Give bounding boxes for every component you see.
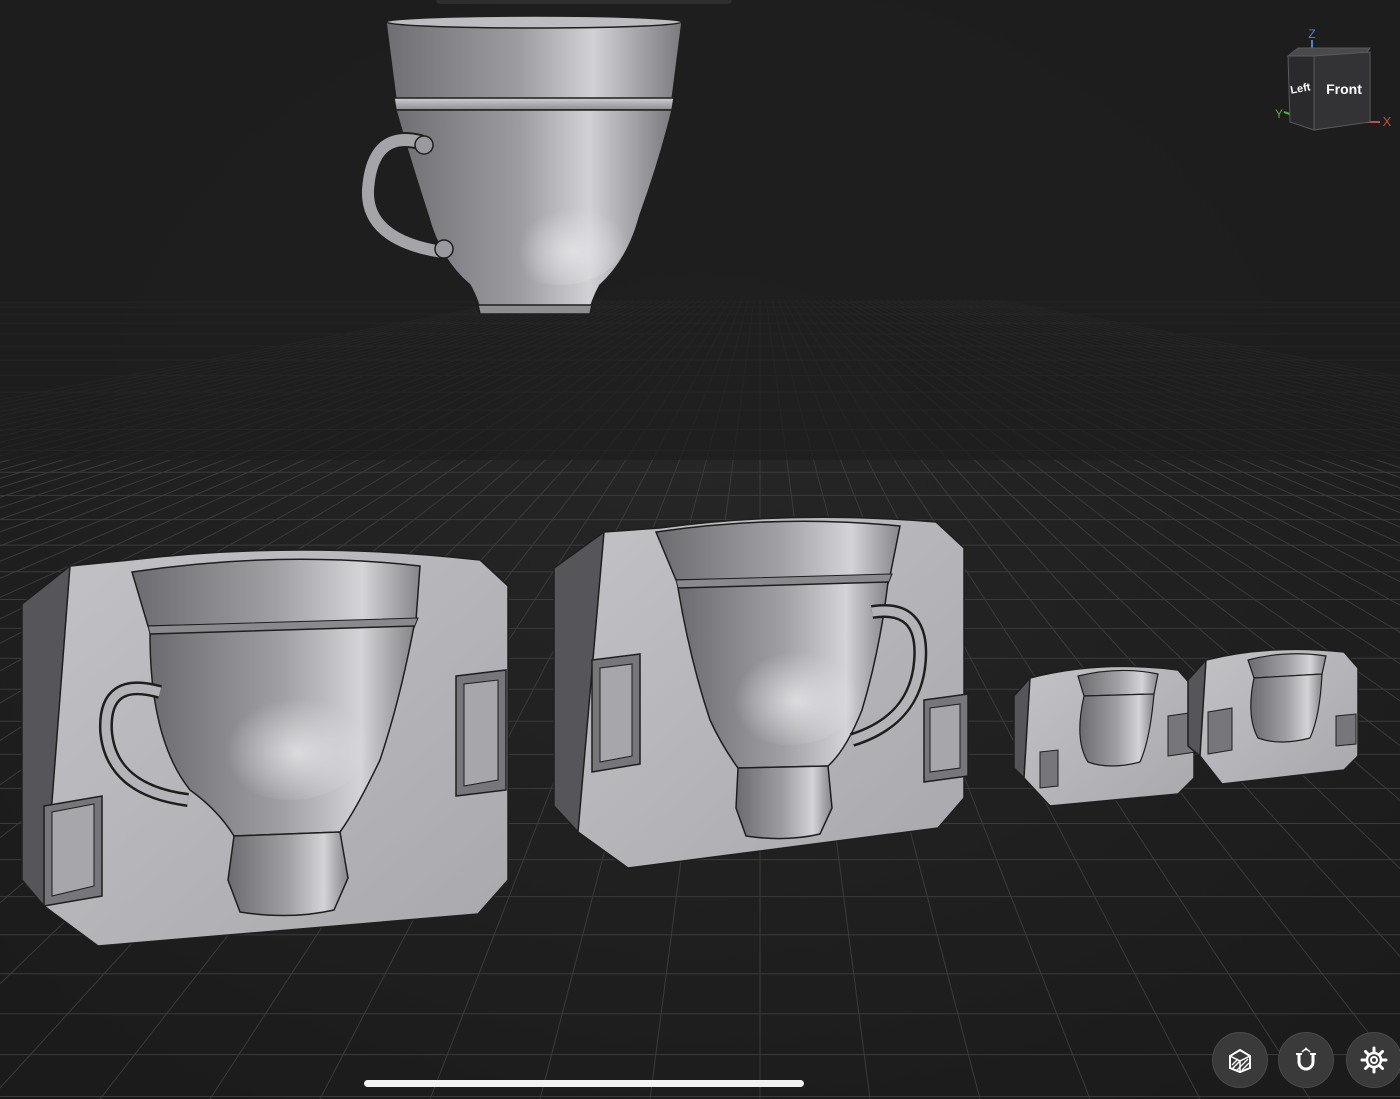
gear-icon bbox=[1360, 1046, 1388, 1074]
mold-half-large-right[interactable] bbox=[553, 516, 969, 870]
x-axis-label: X bbox=[1383, 114, 1392, 129]
top-edge-sliver bbox=[436, 0, 732, 4]
mold-foot-small-left[interactable] bbox=[1013, 665, 1197, 807]
magnet-snap-icon bbox=[1292, 1046, 1320, 1074]
3d-viewport[interactable]: Left Front Z X Y bbox=[0, 0, 1400, 1099]
magnet-snap-button[interactable] bbox=[1278, 1032, 1334, 1088]
section-view-icon bbox=[1226, 1046, 1254, 1074]
scene-canvas[interactable] bbox=[0, 0, 1400, 1099]
z-axis-label: Z bbox=[1308, 27, 1315, 41]
view-cube[interactable]: Left Front Z X Y bbox=[1268, 26, 1400, 136]
section-view-button[interactable] bbox=[1212, 1032, 1268, 1088]
mold-half-large-left[interactable] bbox=[21, 549, 509, 948]
view-cube-front-label: Front bbox=[1326, 81, 1362, 97]
y-axis-label: Y bbox=[1275, 107, 1283, 121]
mold-foot-small-right[interactable] bbox=[1187, 648, 1359, 785]
settings-button[interactable] bbox=[1346, 1032, 1400, 1088]
home-indicator[interactable] bbox=[364, 1080, 804, 1087]
bottom-toolbar bbox=[1212, 1032, 1400, 1088]
